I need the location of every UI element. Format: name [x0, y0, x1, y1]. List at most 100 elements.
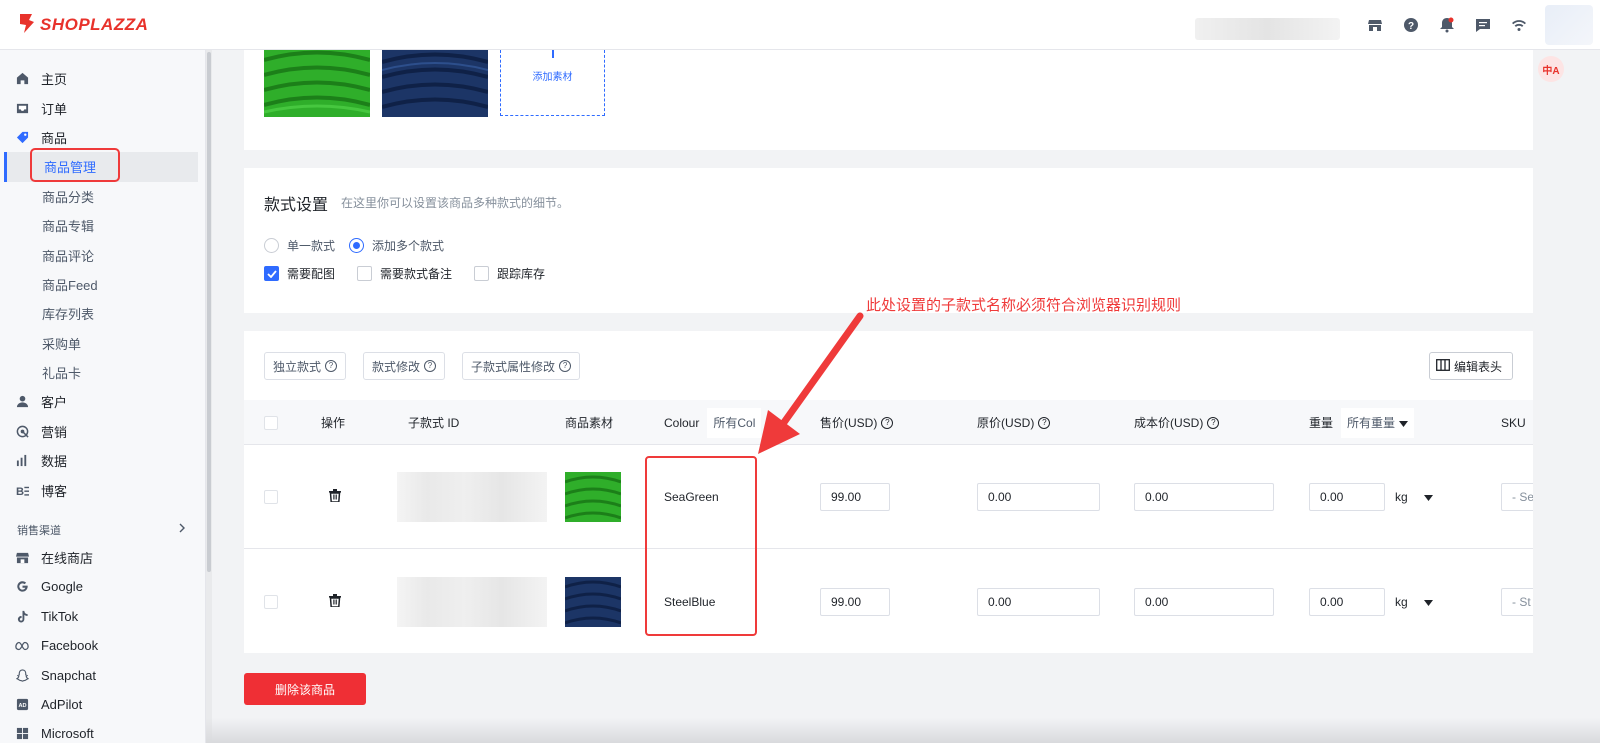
sku-cell: - St: [1501, 550, 1533, 653]
sidebar-item-customers[interactable]: 客户: [0, 387, 204, 416]
sidebar-item-label: 商品评论: [42, 248, 95, 264]
sidebar-item-label: Microsoft: [41, 726, 94, 742]
require-image-checkbox[interactable]: 需要配图: [264, 265, 335, 282]
checkbox-box: [474, 266, 490, 281]
add-media-button[interactable]: 添加素材: [500, 50, 605, 116]
sidebar-item-product-feed[interactable]: 商品Feed: [0, 270, 204, 299]
delete-row-button[interactable]: [329, 550, 341, 653]
sidebar-item-label: AdPilot: [41, 697, 83, 712]
sidebar-item-purchase-orders[interactable]: 采购单: [0, 329, 204, 358]
col-compare-label: 原价(USD): [977, 416, 1035, 430]
variant-media-thumb[interactable]: [565, 550, 621, 653]
redacted-block: [397, 472, 547, 522]
variant-attribute-modify-button[interactable]: 子款式属性修改 ?: [462, 352, 581, 380]
table-header: 操作 子款式 ID 商品素材 Colour 所有Col 售价(USD) ? 原价…: [244, 400, 1533, 445]
help-icon[interactable]: ?: [1401, 15, 1421, 35]
variant-modify-button[interactable]: 款式修改 ?: [363, 352, 446, 380]
row-checkbox[interactable]: [264, 550, 278, 653]
cost-input[interactable]: 0.00: [1134, 483, 1274, 511]
sidebar-item-product-management[interactable]: 商品管理: [4, 152, 198, 182]
sku-input[interactable]: - St: [1501, 588, 1533, 616]
sku-input[interactable]: - Se: [1501, 483, 1533, 511]
price-input[interactable]: 99.00: [820, 588, 890, 616]
sidebar-item-product-reviews[interactable]: 商品评论: [0, 240, 204, 269]
check-icon: [264, 266, 279, 281]
row-checkbox[interactable]: [264, 445, 278, 549]
variant-settings-hint: 在这里你可以设置该商品多种款式的细节。: [341, 196, 570, 210]
radio-label: 添加多个款式: [372, 239, 445, 253]
message-icon[interactable]: [1473, 15, 1493, 35]
sidebar-item-label: 商品: [41, 130, 68, 146]
sidebar-item-adpilot[interactable]: AD AdPilot: [0, 690, 204, 719]
translate-icon[interactable]: 中A: [1538, 56, 1564, 82]
sidebar-item-label: 博客: [41, 483, 68, 499]
weight-unit-select[interactable]: kg: [1395, 490, 1433, 504]
sidebar-item-online-store[interactable]: 在线商店: [0, 543, 204, 572]
compare-price-input[interactable]: 0.00: [977, 588, 1100, 616]
sidebar-item-product-collections[interactable]: 商品专辑: [0, 211, 204, 240]
sidebar-item-label: 库存列表: [42, 307, 95, 323]
marketing-icon: [15, 424, 29, 438]
weight-unit-select[interactable]: kg: [1395, 595, 1433, 609]
sidebar-item-gift-cards[interactable]: 礼品卡: [0, 358, 204, 387]
checkbox-label: 需要款式备注: [380, 267, 453, 281]
sidebar-scrollbar-thumb[interactable]: [207, 52, 211, 572]
track-inventory-checkbox[interactable]: 跟踪库存: [474, 265, 545, 282]
redacted-block: [397, 577, 547, 627]
brand-logo[interactable]: SHOPLAZZA: [16, 12, 148, 37]
sidebar-item-label: 商品Feed: [42, 277, 98, 293]
sidebar-item-analytics[interactable]: 数据: [0, 446, 204, 475]
single-variant-radio[interactable]: 单一款式: [264, 237, 335, 254]
snapchat-icon: [15, 668, 29, 682]
sidebar-item-product-categories[interactable]: 商品分类: [0, 182, 204, 211]
weight-input[interactable]: 0.00: [1309, 483, 1385, 511]
sales-channels-header[interactable]: 销售渠道: [0, 517, 204, 543]
select-all-checkbox[interactable]: [264, 400, 278, 445]
sidebar-item-inventory[interactable]: 库存列表: [0, 299, 204, 328]
independent-variant-button[interactable]: 独立款式 ?: [264, 352, 347, 380]
help-icon[interactable]: ?: [881, 416, 894, 429]
sidebar-item-label: 商品管理: [44, 160, 97, 176]
button-label: 款式修改: [372, 359, 421, 374]
radio-circle: [264, 238, 279, 253]
multi-variant-radio[interactable]: 添加多个款式: [349, 237, 444, 254]
sidebar-item-orders[interactable]: 订单: [0, 93, 204, 122]
product-image-blue[interactable]: [381, 50, 489, 117]
help-icon[interactable]: ?: [1207, 416, 1220, 429]
chart-icon: [15, 454, 29, 468]
sidebar-item-label: 客户: [41, 395, 68, 411]
bell-icon[interactable]: [1437, 15, 1457, 35]
sidebar-item-facebook[interactable]: Facebook: [0, 631, 204, 660]
annotation-arrow: [758, 312, 864, 454]
windows-icon: [15, 727, 29, 741]
cost-cell: 0.00: [1134, 550, 1274, 653]
weight-input[interactable]: 0.00: [1309, 588, 1385, 616]
sidebar-item-tiktok[interactable]: TikTok: [0, 602, 204, 631]
store-icon[interactable]: [1365, 15, 1385, 35]
sidebar-item-home[interactable]: 主页: [0, 64, 204, 93]
avatar[interactable]: [1545, 5, 1593, 45]
col-weight-label: 重量: [1309, 416, 1334, 430]
sidebar-item-blog[interactable]: B 博客: [0, 475, 204, 504]
delete-row-button[interactable]: [329, 445, 341, 549]
delete-product-button[interactable]: 删除该商品: [244, 673, 366, 705]
cost-input[interactable]: 0.00: [1134, 588, 1274, 616]
sidebar-item-snapchat[interactable]: Snapchat: [0, 660, 204, 689]
button-label: 子款式属性修改: [471, 359, 556, 374]
product-image-green[interactable]: [263, 50, 371, 117]
sidebar-item-microsoft[interactable]: Microsoft: [0, 719, 204, 743]
help-icon[interactable]: ?: [1038, 416, 1051, 429]
wifi-icon[interactable]: [1509, 15, 1529, 35]
price-input[interactable]: 99.00: [820, 483, 890, 511]
require-note-checkbox[interactable]: 需要款式备注: [357, 265, 452, 282]
sidebar-item-marketing[interactable]: 营销: [0, 417, 204, 446]
table-row: SeaGreen 99.00 0.00 0.00 0.00 kg - Se: [244, 445, 1533, 549]
sidebar-item-products[interactable]: 商品: [0, 123, 204, 152]
sku-cell: - Se: [1501, 445, 1533, 549]
variant-media-thumb[interactable]: [565, 445, 621, 549]
filter-value: 所有重量: [1347, 416, 1396, 430]
edit-header-button[interactable]: 编辑表头: [1429, 352, 1514, 380]
compare-price-input[interactable]: 0.00: [977, 483, 1100, 511]
weight-filter-select[interactable]: 所有重量: [1341, 407, 1415, 438]
sidebar-item-google[interactable]: Google: [0, 572, 204, 601]
